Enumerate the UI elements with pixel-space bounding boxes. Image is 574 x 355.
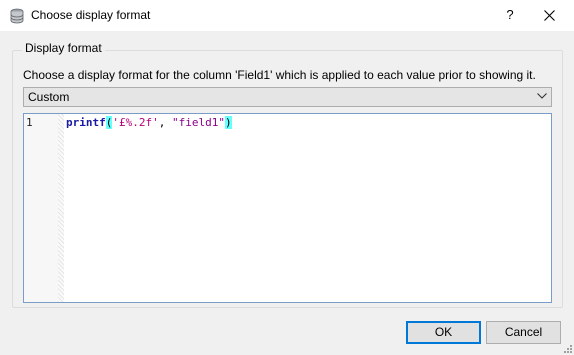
format-select[interactable]: Custom [23, 87, 552, 107]
line-number-gutter: 1 [24, 114, 64, 302]
line-number: 1 [26, 116, 33, 129]
title-bar: Choose display format ? [0, 0, 574, 31]
group-title: Display format [22, 41, 105, 55]
code-editor[interactable]: 1 printf('£%.2f', "field1") [23, 113, 552, 303]
fold-margin [58, 114, 64, 302]
database-icon [9, 8, 25, 24]
code-format-string: '£%.2f' [112, 116, 159, 129]
code-function: printf [66, 116, 106, 129]
format-select-value: Custom [28, 90, 70, 104]
chevron-down-icon [537, 93, 547, 99]
code-field-string: "field1" [171, 116, 225, 129]
cancel-button[interactable]: Cancel [486, 321, 561, 344]
window-title: Choose display format [31, 8, 151, 22]
close-icon [544, 10, 555, 21]
resize-grip-icon[interactable] [562, 343, 572, 353]
format-description: Choose a display format for the column '… [23, 68, 536, 82]
close-button[interactable] [532, 2, 566, 28]
code-close-paren: ) [224, 116, 232, 129]
ok-button[interactable]: OK [406, 321, 481, 344]
help-button[interactable]: ? [496, 2, 524, 28]
code-separator: , [158, 116, 172, 129]
code-line[interactable]: printf('£%.2f', "field1") [66, 116, 232, 129]
